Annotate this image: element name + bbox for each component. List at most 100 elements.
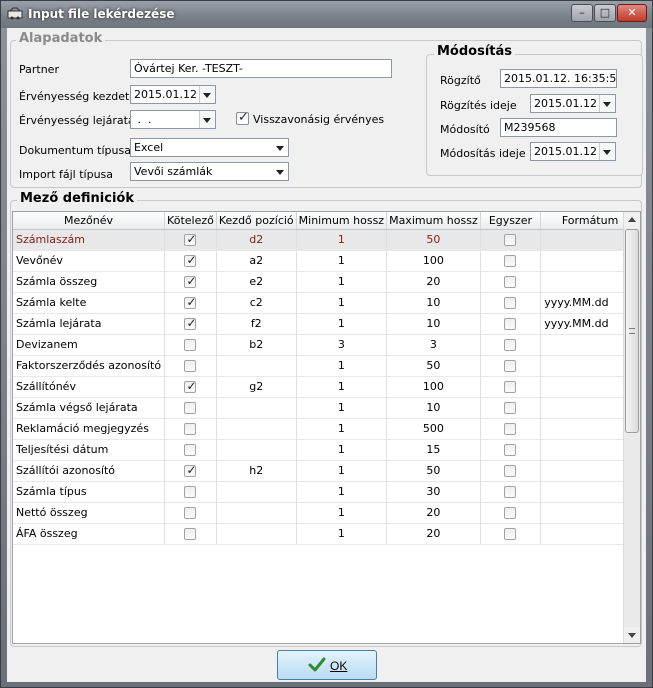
title-bar[interactable]: Input file lekérdezése – □ ✕ <box>1 1 652 28</box>
cell-kotelezo-checkbox[interactable]: ✓ <box>184 274 197 288</box>
cell-egyszer[interactable] <box>480 418 542 440</box>
rogzites-ideje-datepicker[interactable]: 2015.01.12 <box>530 94 616 113</box>
valid-to-dropdown[interactable] <box>199 111 215 128</box>
cell-kotelezo[interactable]: ✓ <box>164 460 217 482</box>
cell-kezdo-pozicio[interactable]: d2 <box>216 229 297 251</box>
cell-kezdo-pozicio[interactable] <box>216 439 297 461</box>
col-header-kezdo-pozicio[interactable]: Kezdő pozíció <box>216 212 297 230</box>
cell-minimum-hossz[interactable]: 1 <box>296 355 388 377</box>
cell-maximum-hossz[interactable]: 10 <box>386 292 481 314</box>
cell-kezdo-pozicio[interactable]: f2 <box>216 313 297 335</box>
cell-mezonev[interactable]: ÁFA összeg <box>13 523 166 545</box>
cell-kotelezo[interactable]: ✓ <box>164 313 217 335</box>
cell-egyszer-checkbox[interactable] <box>504 402 517 414</box>
cell-kotelezo[interactable] <box>164 418 217 440</box>
modositas-ideje-datepicker[interactable]: 2015.01.12 <box>530 142 616 161</box>
cell-egyszer[interactable] <box>480 460 542 482</box>
cell-kotelezo-checkbox[interactable]: ✓ <box>184 232 197 246</box>
table-row[interactable]: Nettó összeg 1 20 <box>13 502 640 524</box>
rogzites-ideje-dropdown[interactable] <box>599 95 615 112</box>
cell-maximum-hossz[interactable]: 20 <box>386 502 481 524</box>
cell-egyszer[interactable] <box>480 355 542 377</box>
cell-kezdo-pozicio[interactable] <box>216 397 297 419</box>
cell-mezonev[interactable]: Szállítói azonosító <box>13 460 166 482</box>
cell-mezonev[interactable]: Számlaszám <box>13 229 166 251</box>
cell-kotelezo[interactable]: ✓ <box>164 250 217 272</box>
table-row[interactable]: Devizanem b2 3 3 <box>13 334 640 356</box>
cell-egyszer[interactable] <box>480 439 542 461</box>
cell-minimum-hossz[interactable]: 1 <box>296 397 388 419</box>
cell-mezonev[interactable]: Vevőnév <box>13 250 166 272</box>
cell-minimum-hossz[interactable]: 1 <box>296 292 388 314</box>
cell-mezonev[interactable]: Reklamáció megjegyzés <box>13 418 166 440</box>
cell-kotelezo[interactable] <box>164 481 217 503</box>
valid-from-datepicker[interactable]: 2015.01.12 <box>130 85 216 104</box>
cell-egyszer[interactable] <box>480 292 542 314</box>
cell-egyszer[interactable] <box>480 313 542 335</box>
cell-egyszer-checkbox[interactable] <box>504 234 517 246</box>
cell-kezdo-pozicio[interactable]: c2 <box>216 292 297 314</box>
grid-vertical-scrollbar[interactable] <box>623 212 640 643</box>
close-button[interactable]: ✕ <box>617 4 647 22</box>
col-header-mezonev[interactable]: Mezőnév <box>13 212 166 230</box>
scroll-thumb[interactable] <box>625 229 639 433</box>
cell-kotelezo-checkbox[interactable]: ✓ <box>184 316 197 330</box>
cell-mezonev[interactable]: Számla típus <box>13 481 166 503</box>
modositas-ideje-dropdown[interactable] <box>599 143 615 160</box>
cell-minimum-hossz[interactable]: 1 <box>296 460 388 482</box>
cell-kezdo-pozicio[interactable]: a2 <box>216 250 297 272</box>
scroll-down-button[interactable] <box>624 627 640 643</box>
cell-kotelezo[interactable] <box>164 397 217 419</box>
cell-kotelezo-checkbox[interactable] <box>184 360 197 372</box>
cell-egyszer-checkbox[interactable] <box>504 444 517 456</box>
cell-minimum-hossz[interactable]: 3 <box>296 334 388 356</box>
cell-kotelezo-checkbox[interactable] <box>184 339 197 351</box>
table-row[interactable]: Vevőnév ✓ a2 1 100 <box>13 250 640 272</box>
field-definitions-grid[interactable]: Mezőnév Kötelező Kezdő pozíció Minimum h… <box>12 211 641 644</box>
cell-kotelezo[interactable] <box>164 439 217 461</box>
cell-mezonev[interactable]: Teljesítési dátum <box>13 439 166 461</box>
cell-kotelezo[interactable] <box>164 334 217 356</box>
cell-maximum-hossz[interactable]: 50 <box>386 229 481 251</box>
cell-kotelezo[interactable]: ✓ <box>164 292 217 314</box>
cell-minimum-hossz[interactable]: 1 <box>296 418 388 440</box>
cell-maximum-hossz[interactable]: 50 <box>386 460 481 482</box>
cell-minimum-hossz[interactable]: 1 <box>296 271 388 293</box>
col-header-minimum-hossz[interactable]: Minimum hossz <box>296 212 388 230</box>
cell-kotelezo-checkbox[interactable]: ✓ <box>184 295 197 309</box>
cell-maximum-hossz[interactable]: 100 <box>386 376 481 398</box>
cell-kezdo-pozicio[interactable] <box>216 355 297 377</box>
minimize-button[interactable]: – <box>571 4 593 22</box>
cell-kotelezo-checkbox[interactable] <box>184 423 197 435</box>
col-header-maximum-hossz[interactable]: Maximum hossz <box>386 212 481 230</box>
cell-egyszer[interactable] <box>480 229 542 251</box>
cell-minimum-hossz[interactable]: 1 <box>296 439 388 461</box>
cell-egyszer-checkbox[interactable] <box>504 297 517 309</box>
cell-minimum-hossz[interactable]: 1 <box>296 313 388 335</box>
cell-maximum-hossz[interactable]: 30 <box>386 481 481 503</box>
cell-mezonev[interactable]: Faktorszerződés azonosító <box>13 355 166 377</box>
cell-mezonev[interactable]: Számla összeg <box>13 271 166 293</box>
cell-egyszer-checkbox[interactable] <box>504 486 517 498</box>
table-row[interactable]: ÁFA összeg 1 20 <box>13 523 640 545</box>
table-row[interactable]: Számla lejárata ✓ f2 1 10 yyyy.MM.dd <box>13 313 640 335</box>
cell-minimum-hossz[interactable]: 1 <box>296 481 388 503</box>
cell-egyszer[interactable] <box>480 334 542 356</box>
cell-kotelezo[interactable] <box>164 523 217 545</box>
cell-egyszer[interactable] <box>480 523 542 545</box>
table-row[interactable]: Faktorszerződés azonosító 1 50 <box>13 355 640 377</box>
cell-mezonev[interactable]: Számla végső lejárata <box>13 397 166 419</box>
ok-button[interactable]: OK <box>277 650 377 680</box>
cell-kotelezo-checkbox[interactable] <box>184 507 197 519</box>
cell-mezonev[interactable]: Számla kelte <box>13 292 166 314</box>
cell-egyszer-checkbox[interactable] <box>504 507 517 519</box>
cell-egyszer[interactable] <box>480 376 542 398</box>
scroll-up-button[interactable] <box>624 212 640 228</box>
valid-to-datepicker[interactable]: . . <box>130 110 216 129</box>
cell-kezdo-pozicio[interactable] <box>216 523 297 545</box>
cell-maximum-hossz[interactable]: 15 <box>386 439 481 461</box>
cell-kotelezo[interactable]: ✓ <box>164 229 217 251</box>
cell-minimum-hossz[interactable]: 1 <box>296 376 388 398</box>
cell-kotelezo-checkbox[interactable] <box>184 402 197 414</box>
cell-maximum-hossz[interactable]: 50 <box>386 355 481 377</box>
